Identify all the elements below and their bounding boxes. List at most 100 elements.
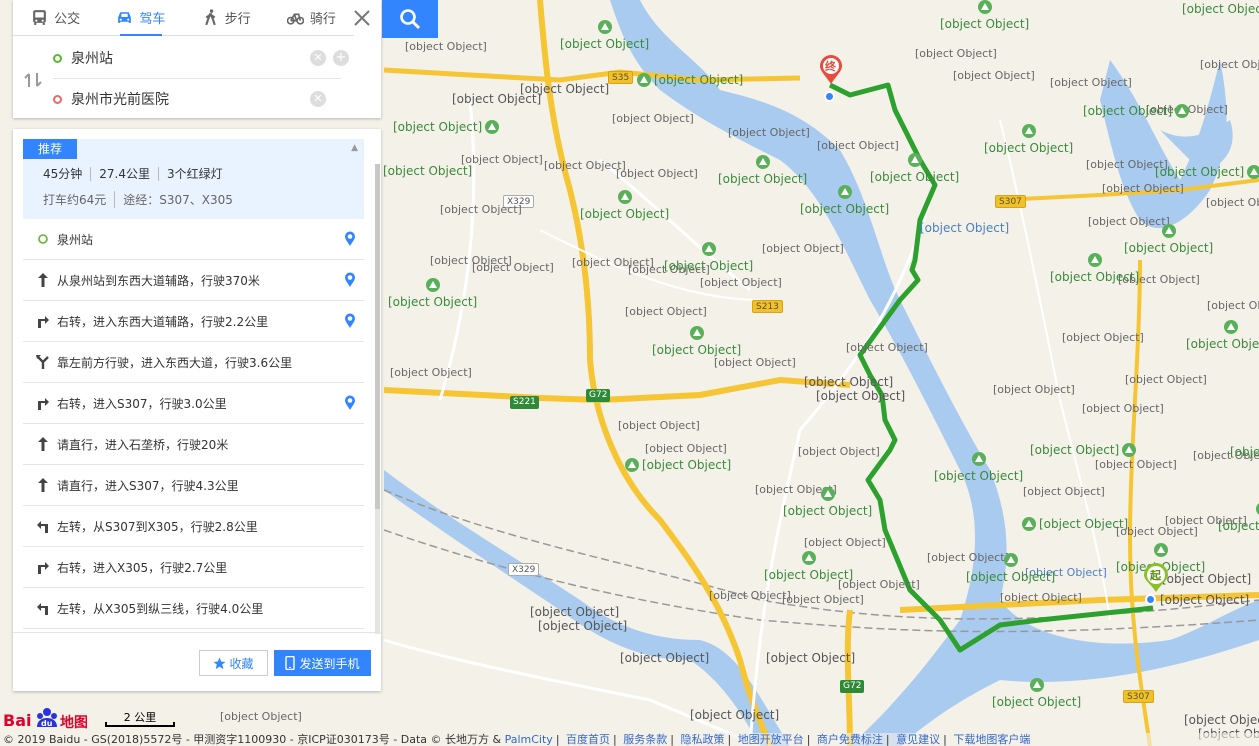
straight-arrow-icon bbox=[35, 436, 51, 452]
collapse-arrow-icon[interactable]: ▲ bbox=[351, 143, 358, 153]
step-list: 泉州站 从泉州站到东西大道辅路，行驶370米 右转，进入东西大道辅路，行驶2.2公里… bbox=[23, 219, 364, 632]
tab-car[interactable]: 驾车 bbox=[98, 0, 183, 36]
map-label: [object Object] bbox=[1082, 402, 1164, 415]
phone-icon bbox=[285, 656, 296, 670]
link-merchant[interactable]: 商户免费标注 bbox=[817, 733, 883, 746]
link-privacy[interactable]: 隐私政策 bbox=[680, 733, 724, 746]
step-item[interactable]: 左转，从S307到X305，行驶2.8公里 bbox=[23, 506, 364, 547]
map-label: [object Object] bbox=[993, 383, 1075, 396]
mountain-label: [object Object] bbox=[783, 487, 872, 518]
map-label: [object Object] bbox=[1000, 591, 1082, 604]
mountain-label: [object Object] bbox=[393, 120, 500, 134]
mountain-label: [object Object] bbox=[383, 164, 473, 178]
map-label: [object Object] bbox=[700, 276, 782, 289]
link-baidu-home[interactable]: 百度首页 bbox=[566, 733, 610, 746]
mountain-icon bbox=[837, 185, 852, 199]
end-dot-icon bbox=[53, 94, 62, 104]
map-label: [object Object] bbox=[817, 139, 899, 152]
step-item[interactable]: 请直行，进入S307，行驶4.3公里 bbox=[23, 465, 364, 506]
map-label: [object Object] bbox=[846, 341, 928, 354]
tab-bike[interactable]: 骑行 bbox=[269, 0, 354, 35]
mountain-label: [object Object] bbox=[1083, 104, 1190, 118]
mountain-label: [object Object] bbox=[1124, 224, 1213, 255]
end-field-value: 泉州市光前医院 bbox=[71, 92, 169, 108]
star-icon bbox=[213, 656, 227, 669]
start-marker[interactable]: 起 bbox=[1143, 563, 1169, 593]
search-button[interactable] bbox=[382, 0, 438, 38]
bus-icon bbox=[33, 10, 46, 25]
step-item[interactable]: 右转，进入S307，行驶3.0公里 bbox=[23, 383, 364, 424]
map-label: [object Object] bbox=[452, 92, 542, 106]
step-item[interactable]: 右转，进入X305，行驶2.7公里 bbox=[23, 547, 364, 588]
link-open-platform[interactable]: 地图开放平台 bbox=[738, 733, 804, 746]
link-download[interactable]: 下载地图客户端 bbox=[953, 733, 1030, 746]
road-shield: X329 bbox=[508, 563, 540, 576]
close-button[interactable] bbox=[350, 6, 374, 30]
mountain-icon bbox=[597, 20, 612, 34]
straight-arrow-icon bbox=[35, 477, 51, 493]
baidu-map-logo[interactable]: Bai du 地图 bbox=[3, 700, 87, 730]
map-label: [object Object] bbox=[544, 159, 626, 172]
swap-button[interactable] bbox=[23, 71, 43, 89]
clear-start-button[interactable]: ✕ bbox=[310, 50, 326, 66]
step-item[interactable]: 请直行，进入石垄桥，行驶20米 bbox=[23, 424, 364, 465]
mountain-label: [object Object] bbox=[664, 242, 753, 273]
end-marker[interactable]: 终 bbox=[819, 55, 843, 85]
step-list-scrollbar[interactable] bbox=[375, 164, 380, 634]
svg-text:du: du bbox=[41, 719, 53, 728]
scrollbar-thumb[interactable] bbox=[375, 164, 380, 509]
map-label: [object Object] bbox=[1206, 196, 1259, 209]
step-item[interactable]: 右转，进入东西大道辅路，行驶2.2公里 bbox=[23, 301, 364, 342]
mountain-icon bbox=[907, 153, 922, 167]
mountain-label: [object Object] bbox=[984, 124, 1073, 155]
clear-end-button[interactable]: ✕ bbox=[310, 91, 326, 107]
map-label: [object Object] bbox=[762, 242, 844, 255]
end-marker-label: 终 bbox=[825, 60, 836, 73]
link-terms[interactable]: 服务条款 bbox=[623, 733, 667, 746]
turn-right-icon bbox=[35, 395, 51, 411]
mountain-icon bbox=[1223, 320, 1238, 334]
send-to-phone-button[interactable]: 发送到手机 bbox=[274, 650, 371, 676]
map-label: [object Object] bbox=[804, 536, 886, 549]
start-field[interactable]: 泉州站 ✕ + bbox=[53, 38, 349, 78]
locate-pin-icon[interactable] bbox=[344, 395, 356, 411]
locate-pin-icon[interactable] bbox=[344, 231, 356, 247]
start-location-dot bbox=[1145, 594, 1156, 605]
mountain-icon bbox=[801, 551, 816, 565]
turn-right-icon bbox=[35, 313, 51, 329]
tab-walk[interactable]: 步行 bbox=[184, 0, 269, 35]
mountain-label: [object Object] bbox=[1182, 2, 1259, 16]
mountain-label: [object Object] bbox=[870, 153, 959, 184]
mountain-icon bbox=[1003, 553, 1018, 567]
step-item[interactable]: 靠左前方行驶，进入东西大道，行驶3.6公里 bbox=[23, 342, 364, 383]
link-palmcity[interactable]: PalmCity bbox=[505, 733, 553, 746]
locate-pin-icon[interactable] bbox=[344, 272, 356, 288]
car-icon bbox=[118, 12, 132, 23]
bike-icon bbox=[286, 13, 304, 25]
step-start[interactable]: 泉州站 bbox=[23, 219, 364, 260]
step-item[interactable]: 左转，从X305到纵三线，行驶4.0公里 bbox=[23, 588, 364, 629]
start-marker-label: 起 bbox=[1150, 569, 1161, 582]
mountain-icon bbox=[1161, 224, 1176, 238]
mountain-label: [object Object] bbox=[1030, 443, 1137, 457]
tab-bus[interactable]: 公交 bbox=[13, 0, 98, 35]
locate-pin-icon[interactable] bbox=[344, 313, 356, 329]
step-text: 右转，进入S307，行驶3.0公里 bbox=[57, 396, 227, 411]
route-summary[interactable]: 推荐 ▲ 45分钟 27.4公里 3个红绿灯 打车约64元 途经：S307、X3… bbox=[23, 139, 364, 219]
map-label: [object Object] bbox=[953, 69, 1035, 82]
mountain-label: [object Object] bbox=[718, 155, 807, 186]
step-text: 请直行，进入石垄桥，行驶20米 bbox=[57, 437, 229, 452]
step-text: 靠左前方行驶，进入东西大道，行驶3.6公里 bbox=[57, 355, 293, 370]
link-feedback[interactable]: 意见建议 bbox=[896, 733, 940, 746]
map-label: [object Object] bbox=[625, 305, 707, 318]
mountain-label: [object Object] bbox=[637, 73, 743, 87]
mountain-icon bbox=[1153, 543, 1168, 557]
map-label: [object Object] bbox=[440, 203, 522, 216]
map-label: [object Object] bbox=[616, 167, 698, 180]
route-distance: 27.4公里 bbox=[90, 167, 158, 181]
end-field[interactable]: 泉州市光前医院 ✕ bbox=[53, 79, 343, 119]
mountain-label: [object Object] bbox=[1155, 165, 1259, 179]
favorite-button[interactable]: 收藏 bbox=[199, 650, 268, 676]
add-waypoint-button[interactable]: + bbox=[333, 50, 349, 66]
step-item[interactable]: 从泉州站到东西大道辅路，行驶370米 bbox=[23, 260, 364, 301]
